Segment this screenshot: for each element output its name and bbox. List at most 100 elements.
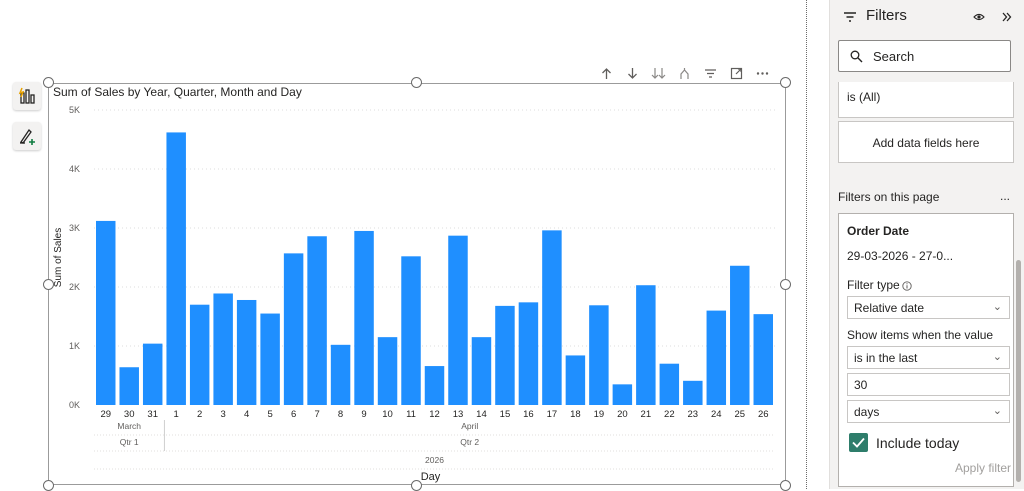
x-tick-label: 3 [221,409,226,420]
search-icon [850,50,863,68]
year-label: 2026 [425,455,444,465]
filter-icon[interactable] [702,65,719,82]
x-tick-label: 18 [570,409,581,420]
y-tick-label: 3K [69,223,80,233]
visual-side-icons [13,82,41,162]
x-tick-label: 11 [406,409,416,420]
x-tick-label: 24 [711,409,722,420]
filter-field-name: Order Date [847,224,910,238]
double-arrow-down-icon[interactable] [650,65,667,82]
order-date-filter-card: Order Date 29-03-2026 - 27-0... Filter t… [838,213,1014,487]
x-tick-label: 1 [174,409,179,420]
bar [236,299,257,405]
bar [589,305,609,405]
filter-type-dropdown[interactable]: Relative date ⌄ [847,296,1010,319]
x-tick-label: 17 [547,409,558,420]
bar [683,380,703,405]
x-tick-label: 31 [147,409,158,420]
filters-title: Filters [866,7,907,24]
resize-handle-top-right[interactable] [780,77,791,88]
chevron-down-icon: ⌄ [992,351,1002,363]
search-placeholder: Search [873,49,915,64]
amount-value: 30 [854,378,868,392]
y-tick-label: 2K [69,282,80,292]
bar-chart: 0K1K2K3K4K5KSum of Sales29 30 31 1 2 3 4 5 6 7 8 9 1… [53,105,775,483]
condition-value: is in the last [854,351,918,365]
include-today-label: Include today [876,435,960,451]
filter-type-value: Relative date [854,301,925,315]
bar [377,337,398,405]
chart-title: Sum of Sales by Year, Quarter, Month and… [53,85,302,99]
x-tick-label: 12 [429,409,440,420]
x-tick-label: 13 [453,409,464,420]
collapse-pane-icon[interactable] [1002,9,1012,27]
bar [260,313,280,405]
y-axis-title: Sum of Sales [53,228,64,287]
month-label: April [461,421,478,431]
amount-input[interactable]: 30 [847,373,1010,396]
visual-filter-card[interactable]: is (All) [838,82,1014,118]
arrow-down-icon[interactable] [624,65,641,82]
more-options-icon[interactable] [754,65,771,82]
x-axis-title: Day [421,471,441,483]
bar [213,293,233,405]
x-tick-label: 22 [664,409,675,420]
condition-dropdown[interactable]: is in the last ⌄ [847,346,1010,369]
eye-icon[interactable] [973,9,985,27]
y-tick-label: 1K [69,341,80,351]
x-tick-label: 16 [523,409,534,420]
bar [565,355,586,405]
x-tick-label: 9 [361,409,366,420]
focus-mode-icon[interactable] [728,65,745,82]
unit-dropdown[interactable]: days ⌄ [847,400,1010,423]
filters-pane: Filters Search is (All) Add data fields … [829,0,1024,489]
add-data-fields-well[interactable]: Add data fields here [838,121,1014,163]
x-tick-label: 19 [594,409,605,420]
bar [471,337,492,405]
x-tick-label: 7 [314,409,319,420]
report-canvas: Sum of Sales by Year, Quarter, Month and… [0,0,806,491]
chevron-down-icon: ⌄ [992,405,1002,417]
resize-handle-top[interactable] [411,77,422,88]
x-tick-label: 23 [688,409,699,420]
arrow-up-icon[interactable] [598,65,615,82]
bar [636,285,656,405]
page-filters-more-icon[interactable]: ... [1000,189,1010,203]
bar [307,236,327,405]
x-tick-label: 15 [500,409,511,420]
fork-icon[interactable] [676,65,693,82]
bar [401,256,421,405]
bar [542,230,562,405]
filter-summary: 29-03-2026 - 27-0... [847,249,954,263]
add-data-fields-label: Add data fields here [872,136,980,150]
unit-value: days [854,405,880,419]
bar [495,305,515,405]
format-visual-icon[interactable] [13,122,41,150]
x-tick-label: 4 [244,409,249,420]
show-items-label: Show items when the value [847,328,994,342]
bar [424,366,445,405]
x-tick-label: 8 [338,409,343,420]
x-tick-label: 14 [476,409,487,420]
include-today-checkbox[interactable] [849,433,868,452]
x-tick-label: 2 [197,409,202,420]
canvas-side-strip [808,0,829,489]
chevron-down-icon: ⌄ [992,301,1002,313]
filters-scrollbar[interactable] [1016,260,1021,482]
x-tick-label: 26 [758,409,769,420]
bar [330,344,351,405]
y-tick-label: 0K [69,400,80,410]
filters-header: Filters [830,0,1024,36]
filter-lines-icon [843,10,857,28]
x-tick-label: 6 [291,409,296,420]
build-visual-icon[interactable] [13,82,41,110]
x-tick-label: 10 [382,409,393,420]
apply-filter-button[interactable]: Apply filter [955,461,1011,475]
bar [283,253,304,405]
bar [119,367,139,405]
x-tick-label: 29 [100,409,111,420]
filters-search-input[interactable]: Search [838,40,1011,72]
bar [518,302,539,405]
bar [448,235,468,405]
x-tick-label: 25 [734,409,745,420]
